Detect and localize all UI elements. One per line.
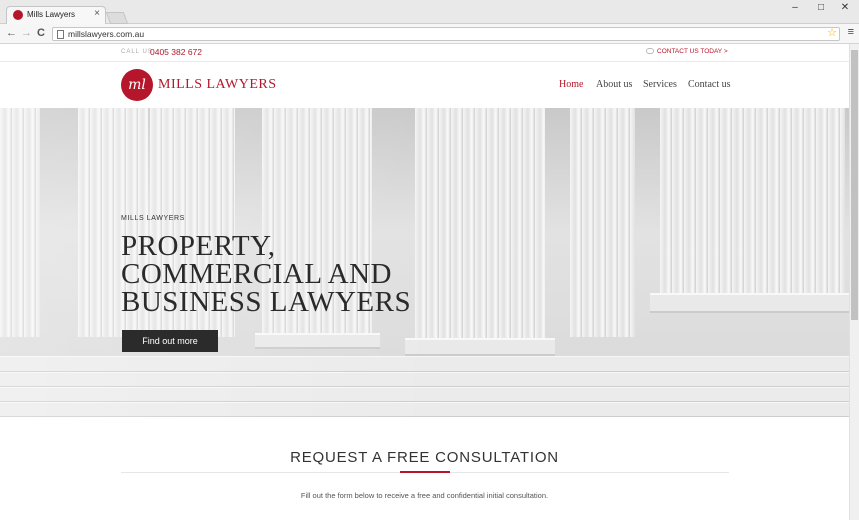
column-base	[650, 293, 849, 313]
browser-tabstrip: Mills Lawyers × – □ ✕	[0, 0, 859, 25]
contact-today-link[interactable]: CONTACT US TODAY >	[646, 48, 728, 55]
logo-mark[interactable]: ml	[121, 69, 153, 101]
consultation-heading: REQUEST A FREE CONSULTATION	[290, 449, 559, 466]
nav-about-us[interactable]: About us	[596, 79, 632, 90]
divider-accent	[400, 471, 450, 473]
browser-toolbar: ← → C millslawyers.com.au ☆ ≡	[0, 24, 859, 44]
column	[570, 108, 635, 337]
address-bar[interactable]: millslawyers.com.au ☆	[52, 27, 840, 41]
site-header: ml MILLS LAWYERS Home About us Services …	[0, 62, 849, 108]
logo-text[interactable]: MILLS LAWYERS	[158, 77, 277, 93]
contact-today-label: CONTACT US TODAY >	[657, 48, 728, 55]
hero-kicker: MILLS LAWYERS	[121, 215, 185, 222]
find-out-more-button[interactable]: Find out more	[122, 330, 218, 352]
column	[660, 108, 845, 297]
tab-close-icon[interactable]: ×	[94, 8, 100, 19]
tab-title: Mills Lawyers	[27, 10, 76, 19]
hero-banner: MILLS LAWYERS PROPERTY, COMMERCIAL AND B…	[0, 108, 849, 417]
site-topbar: CALL US: 0405 382 672 CONTACT US TODAY >	[0, 44, 849, 62]
reload-icon[interactable]: C	[37, 27, 45, 39]
page-scrollbar[interactable]	[849, 44, 859, 520]
new-tab-button[interactable]	[105, 12, 129, 24]
scrollbar-thumb[interactable]	[851, 50, 858, 320]
back-icon[interactable]: ←	[6, 27, 17, 39]
minimize-button[interactable]: –	[784, 2, 806, 13]
consultation-subtitle: Fill out the form below to receive a fre…	[300, 491, 549, 500]
phone-number[interactable]: 0405 382 672	[150, 47, 202, 57]
favicon-icon	[13, 10, 23, 20]
hero-title: PROPERTY, COMMERCIAL AND BUSINESS LAWYER…	[121, 230, 412, 318]
page-icon	[57, 30, 64, 39]
forward-icon[interactable]: →	[21, 27, 32, 39]
nav-services[interactable]: Services	[643, 79, 677, 90]
close-window-button[interactable]: ✕	[834, 2, 856, 13]
browser-menu-icon[interactable]: ≡	[848, 26, 854, 38]
maximize-button[interactable]: □	[810, 2, 832, 13]
chat-icon	[646, 48, 654, 55]
bookmark-star-icon[interactable]: ☆	[827, 26, 837, 39]
url-text: millslawyers.com.au	[68, 29, 145, 39]
nav-home[interactable]: Home	[559, 79, 583, 90]
browser-tab[interactable]: Mills Lawyers ×	[6, 6, 106, 25]
nav-contact-us[interactable]: Contact us	[688, 79, 731, 90]
